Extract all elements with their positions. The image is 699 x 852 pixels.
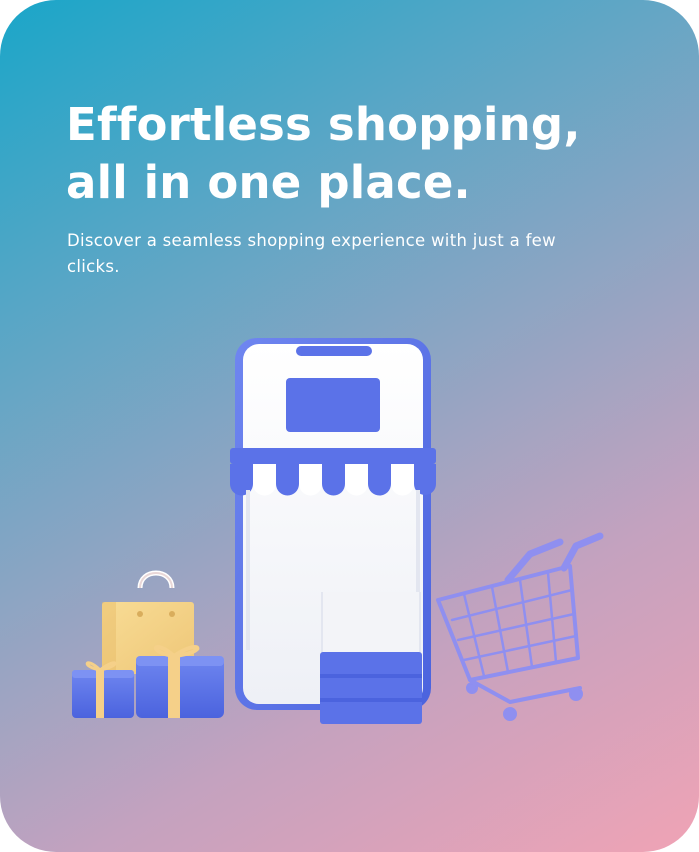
onboarding-card: Effortless shopping, all in one place. D…: [0, 0, 699, 852]
onboarding-subtext: Discover a seamless shopping experience …: [67, 231, 556, 276]
onboarding-headline: Effortless shopping, all in one place.: [66, 98, 581, 209]
shopping-cart-icon: [436, 532, 604, 721]
shopping-illustration: [72, 338, 604, 724]
gift-box-icon: [72, 645, 224, 718]
phone-storefront-icon: [230, 338, 436, 724]
